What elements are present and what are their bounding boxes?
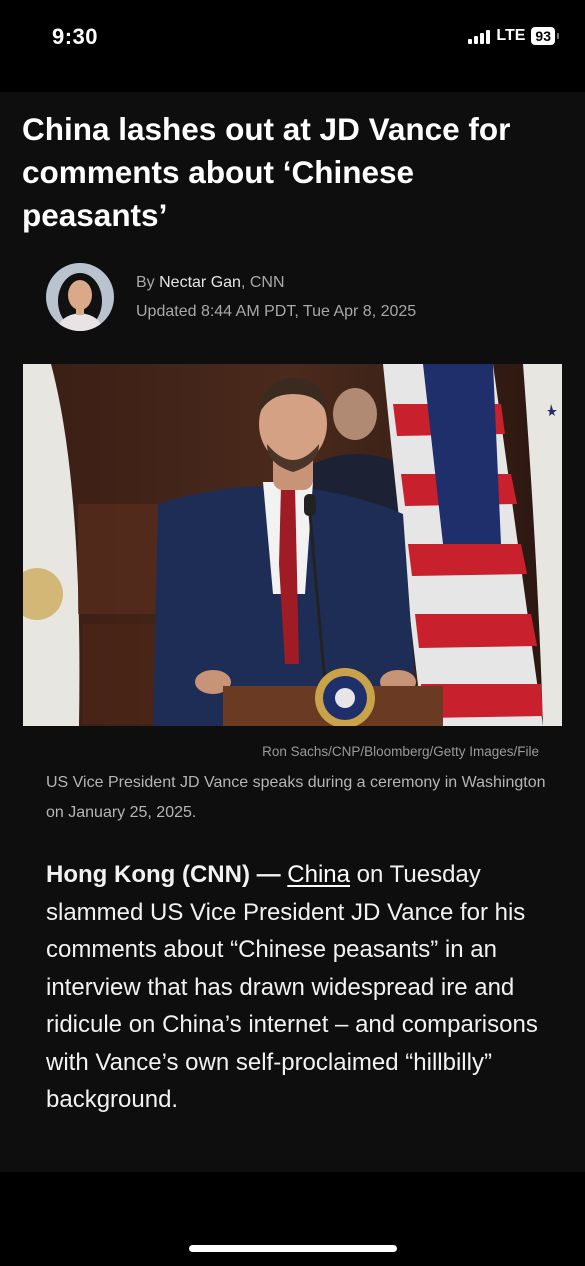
byline: By Nectar Gan, CNN Updated 8:44 AM PDT, … <box>46 262 416 332</box>
byline-outlet: , CNN <box>240 274 285 291</box>
article-photo[interactable] <box>23 364 562 726</box>
photo-credit: Ron Sachs/CNP/Bloomberg/Getty Images/Fil… <box>262 744 539 759</box>
status-indicators: LTE 93 <box>468 27 559 45</box>
byline-text: By Nectar Gan, CNN Updated 8:44 AM PDT, … <box>136 268 416 326</box>
author-avatar[interactable] <box>46 263 114 331</box>
byline-prefix: By <box>136 274 160 291</box>
cellular-signal-icon <box>468 28 491 44</box>
battery-icon: 93 <box>531 27 559 45</box>
updated-timestamp: Updated 8:44 AM PDT, Tue Apr 8, 2025 <box>136 303 417 320</box>
article: China lashes out at JD Vance for comment… <box>0 92 585 1172</box>
home-indicator[interactable] <box>189 1245 397 1252</box>
status-bar: 9:30 LTE 93 <box>0 0 585 92</box>
article-headline: China lashes out at JD Vance for comment… <box>22 111 511 233</box>
byline-author-line: By Nectar Gan, CNN <box>136 268 416 297</box>
paragraph-text: on Tuesday slammed US Vice President JD … <box>46 861 538 1113</box>
china-link[interactable]: China <box>287 861 350 888</box>
network-type: LTE <box>496 27 526 44</box>
article-body-paragraph: Hong Kong (CNN) — China on Tuesday slamm… <box>46 856 546 1119</box>
dateline: Hong Kong (CNN) — <box>46 861 288 888</box>
photo-caption: US Vice President JD Vance speaks during… <box>46 774 546 821</box>
author-name-link[interactable]: Nectar Gan <box>159 274 241 291</box>
status-time: 9:30 <box>52 24 99 49</box>
